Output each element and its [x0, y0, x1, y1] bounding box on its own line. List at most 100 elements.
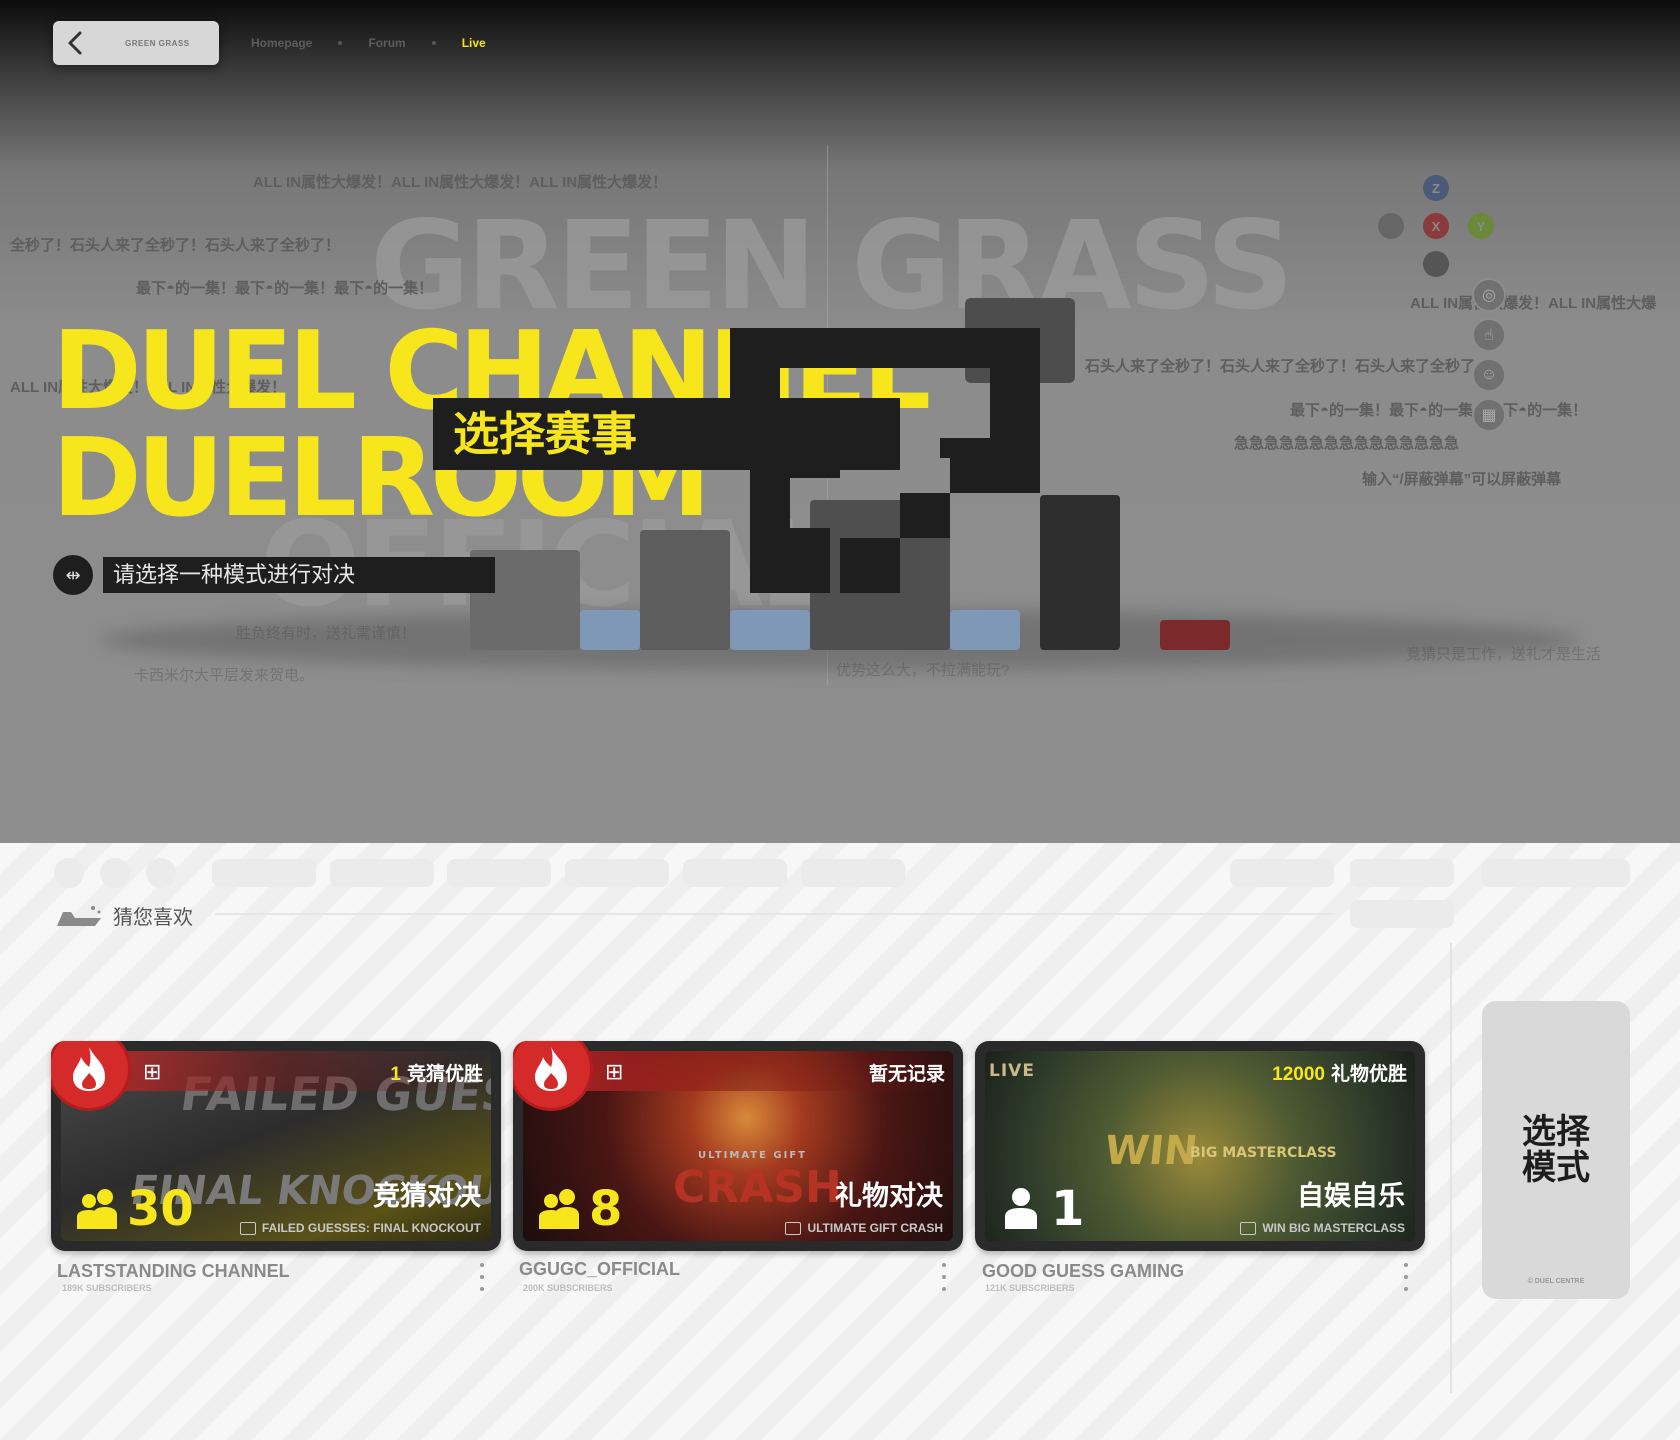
choose-mode-button[interactable]: 选择模式 © DUEL CENTRE [1482, 1001, 1630, 1299]
breadcrumb-homepage[interactable]: Homepage [251, 36, 312, 50]
thumbnail-art-text: WIN [1102, 1128, 1200, 1174]
controller-button-left[interactable] [1378, 213, 1404, 239]
filter-skeleton [565, 859, 669, 887]
user-icon [1005, 1188, 1037, 1229]
viewer-count: 30 [127, 1181, 194, 1237]
record-label: 竞猜优胜 [406, 1064, 483, 1085]
breadcrumb-separator [338, 41, 343, 45]
viewer-count: 1 [1051, 1181, 1085, 1237]
card-record: 暂无记录 [863, 1059, 945, 1086]
tank-icon [57, 905, 101, 926]
breadcrumb-forum[interactable]: Forum [368, 36, 405, 50]
danmaku-comment: 最下◓的一集！最下◓的一集！最下◓的一集！ [136, 280, 434, 297]
breadcrumb-live[interactable]: Live [462, 36, 486, 50]
filter-skeleton [330, 859, 434, 887]
live-room-card[interactable]: ULTIMATE GIFT CRASH ⊞ 暂无记录 8 礼物对决 ULTIMA… [513, 1041, 963, 1251]
more-options-icon[interactable] [941, 1263, 947, 1291]
danmaku-comment: ALL IN属性大爆发！ALL IN属性大爆 [1410, 295, 1657, 312]
controller-button-y[interactable]: Y [1468, 213, 1494, 239]
gift-drone-icon: ⊞ [143, 1059, 162, 1084]
record-number: 1 [390, 1064, 401, 1085]
top-navigation: GREEN GRASS Homepage Forum Live [53, 21, 486, 65]
danmaku-comment: 急急急急急急急急急急急急急急急 [1234, 435, 1460, 452]
choose-mode-footer: © DUEL CENTRE [1527, 1278, 1585, 1285]
mode-prompt-text: 请选择一种模式进行对决 [103, 557, 495, 593]
card-video-title: WIN BIG MASTERCLASS [1240, 1221, 1405, 1235]
viewer-count-group: 8 [535, 1185, 622, 1233]
back-button-brand: GREEN GRASS [125, 38, 190, 48]
danmaku-comment: 石头人来了全秒了！石头人来了全秒了！石头人来了全秒了 [1085, 358, 1476, 375]
guess-you-like-header: 猜您喜欢 [55, 901, 193, 930]
live-badge: LIVE [989, 1061, 1035, 1081]
controller-button-x[interactable]: X [1423, 213, 1449, 239]
viewer-count-group: 1 [997, 1185, 1084, 1233]
filter-skeleton [1350, 859, 1454, 887]
hero-banner: GREEN GRASS OFFICIAL ALL IN属性大爆发！ALL IN属… [0, 0, 1680, 843]
more-options-icon[interactable] [1403, 1263, 1409, 1291]
danmaku-comment: ALL IN属性大爆发！ALL IN属性大爆发！ALL IN属性大爆发！ [253, 174, 668, 191]
record-label: 暂无记录 [868, 1064, 945, 1085]
section-divider [215, 913, 1335, 915]
choose-mode-label: 选择模式 [1522, 1112, 1590, 1188]
card-mode-name: 自娱自乐 [1297, 1181, 1405, 1212]
soldier-sprite [1040, 495, 1120, 650]
recommendation-section: 猜您喜欢 FAILED GUESSES FINAL KNOCKOUT ⊞ 1 竞猜… [0, 843, 1680, 1440]
channel-name[interactable]: GGUGC_OFFICIAL [519, 1259, 680, 1280]
viewer-count: 8 [589, 1181, 623, 1237]
duel-arrows-icon: ⇹ [53, 555, 93, 595]
controller-buttons: Z X Y [1378, 175, 1498, 285]
danmaku-comment: 全秒了！石头人来了全秒了！石头人来了全秒了！ [10, 237, 341, 254]
channel-subscribers: 189K SUBSCRIBERS [62, 1283, 152, 1293]
filter-skeleton [54, 858, 84, 888]
thumbnail-art-text: BIG MASTERCLASS [1190, 1145, 1337, 1161]
controller-button-down[interactable] [1423, 251, 1449, 277]
video-play-icon [1240, 1221, 1257, 1235]
danmaku-toggle-icon[interactable]: ◎ [1472, 278, 1506, 312]
channel-subscribers: 121K SUBSCRIBERS [985, 1283, 1075, 1293]
guess-you-like-title: 猜您喜欢 [113, 907, 193, 929]
breadcrumb-separator [431, 41, 436, 45]
filter-skeleton [447, 859, 551, 887]
thumbnail-art-text: ULTIMATE GIFT [698, 1150, 808, 1161]
viewer-count-group: 30 [73, 1185, 194, 1233]
card-video-title: ULTIMATE GIFT CRASH [785, 1221, 943, 1235]
controller-button-z[interactable]: Z [1423, 175, 1449, 201]
back-button[interactable]: GREEN GRASS [53, 21, 219, 65]
crystal-sprite [730, 610, 810, 650]
side-tool-icons: ◎ ☝ ☺ ▦ [1472, 278, 1506, 438]
filter-skeleton [1230, 859, 1334, 887]
grid-icon[interactable]: ▦ [1472, 398, 1506, 432]
filter-skeleton [1350, 900, 1454, 928]
danmaku-comment: 卡西米尔大平层发来贺电。 [134, 667, 315, 684]
filter-skeleton [801, 859, 905, 887]
card-mode-name: 礼物对决 [835, 1181, 943, 1212]
danmaku-comment: 输入“/屏蔽弹幕”可以屏蔽弹幕 [1362, 471, 1562, 488]
hand-pointer-icon[interactable]: ☝ [1472, 318, 1506, 352]
users-icon [77, 1189, 117, 1229]
chevron-left-icon [68, 31, 82, 55]
filter-skeleton [1482, 859, 1630, 887]
card-record: 1 竞猜优胜 [390, 1059, 483, 1086]
danmaku-comment: 最下◓的一集！最下◓的一集！最下◓的一集！ [1290, 402, 1588, 419]
emoji-icon[interactable]: ☺ [1472, 358, 1506, 392]
video-play-icon [239, 1221, 256, 1235]
video-title-text: ULTIMATE GIFT CRASH [807, 1221, 943, 1235]
fire-sprite [1160, 620, 1230, 650]
vertical-divider [1450, 943, 1452, 1393]
users-icon [539, 1189, 579, 1229]
mode-prompt-row: ⇹ 请选择一种模式进行对决 [53, 555, 495, 595]
video-title-text: FAILED GUESSES: FINAL KNOCKOUT [261, 1221, 481, 1235]
live-room-card[interactable]: FAILED GUESSES FINAL KNOCKOUT ⊞ 1 竞猜优胜 30… [51, 1041, 501, 1251]
filter-skeleton [100, 858, 130, 888]
video-play-icon [785, 1221, 802, 1235]
channel-name[interactable]: GOOD GUESS GAMING [982, 1261, 1184, 1282]
gift-drone-icon: ⊞ [605, 1059, 624, 1084]
more-options-icon[interactable] [479, 1263, 485, 1291]
breadcrumb: Homepage Forum Live [251, 36, 486, 50]
channel-name[interactable]: LASTSTANDING CHANNEL [57, 1261, 290, 1282]
filter-skeleton [212, 859, 316, 887]
card-mode-name: 竞猜对决 [373, 1181, 481, 1212]
live-room-card[interactable]: WIN BIG MASTERCLASS LIVE 12000 礼物优胜 1 自娱自… [975, 1041, 1425, 1251]
crystal-sprite [950, 610, 1020, 650]
select-event-banner[interactable]: 选择赛事 [433, 398, 900, 470]
